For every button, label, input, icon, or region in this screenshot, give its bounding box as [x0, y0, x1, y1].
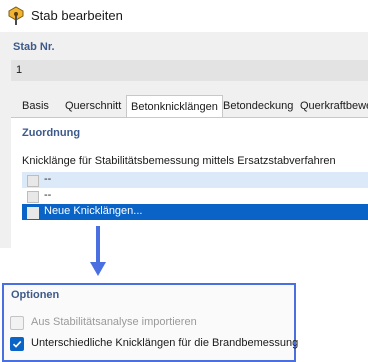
list-item-new-buckling-lengths[interactable]: Neue Knicklängen... — [22, 204, 368, 220]
member-number-header: Stab Nr. — [13, 41, 55, 53]
member-number-value: 1 — [16, 64, 23, 76]
assignment-header: Zuordnung — [22, 127, 81, 139]
option-label: Aus Stabilitätsanalyse importieren — [31, 316, 197, 328]
list-item-checkbox[interactable] — [27, 191, 39, 203]
member-number-field[interactable]: 1 — [11, 60, 368, 81]
checkmark-icon — [12, 340, 22, 348]
options-panel: Optionen Aus Stabilitätsanalyse importie… — [2, 283, 299, 362]
tab-betondeckung[interactable]: Betondeckung — [223, 95, 293, 117]
tab-strip: Basis Querschnitt Betonknicklängen Beton… — [11, 95, 368, 119]
list-item[interactable]: -- — [22, 172, 368, 188]
checkbox[interactable] — [10, 316, 24, 330]
list-item-label: Neue Knicklängen... — [44, 205, 143, 217]
options-header: Optionen — [11, 289, 60, 301]
app-icon — [8, 6, 24, 25]
title-bar: Stab bearbeiten — [0, 0, 368, 32]
list-item[interactable]: -- — [22, 188, 368, 204]
tab-querkraftbewehrung[interactable]: Querkraftbewe — [300, 95, 368, 117]
list-item-checkbox[interactable] — [27, 175, 39, 187]
list-item-label: -- — [44, 189, 52, 201]
option-label: Unterschiedliche Knicklängen für die Bra… — [31, 337, 299, 349]
buckling-length-label: Knicklänge für Stabilitätsbemessung mitt… — [22, 155, 336, 167]
list-item-label: -- — [44, 173, 52, 185]
checkbox-checked[interactable] — [10, 337, 24, 351]
tab-basis[interactable]: Basis — [22, 95, 49, 117]
list-item-checkbox[interactable] — [27, 207, 39, 219]
tab-querschnitt[interactable]: Querschnitt — [65, 95, 121, 117]
window-title: Stab bearbeiten — [31, 8, 123, 23]
tab-betonknicklaengen[interactable]: Betonknicklängen — [126, 95, 223, 119]
arrow-down-icon — [90, 226, 106, 276]
